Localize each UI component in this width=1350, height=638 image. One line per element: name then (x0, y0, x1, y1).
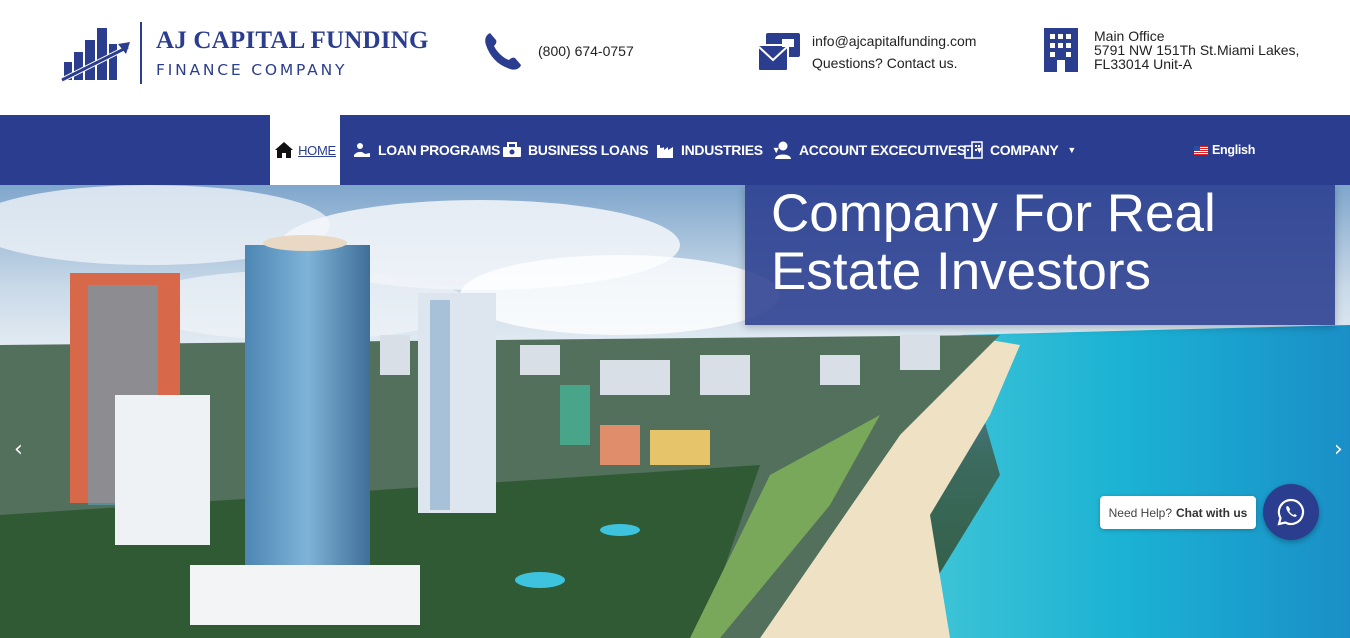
nav-company-label: COMPANY (990, 142, 1059, 158)
skyline-arrow-icon (60, 28, 132, 83)
site-header: AJ CAPITAL FUNDING FINANCE COMPANY (800)… (0, 0, 1350, 115)
phone-icon (485, 33, 521, 70)
email-address: info@ajcapitalfunding.com (812, 33, 977, 49)
brand-name: AJ CAPITAL FUNDING (156, 27, 429, 55)
office-address: Main Office 5791 NW 151Th St.Miami Lakes… (1094, 29, 1299, 71)
email-prompt: Questions? Contact us. (812, 55, 958, 72)
phone-number: (800) 674-0757 (538, 42, 634, 59)
chat-action: Chat with us (1176, 505, 1248, 520)
slider-next-arrow-icon[interactable]: › (1334, 437, 1343, 462)
loan-icon (352, 140, 372, 160)
chevron-down-icon: ▼ (1067, 145, 1077, 155)
nav-industries-label: INDUSTRIES (681, 142, 763, 158)
language-switcher[interactable]: English (1194, 115, 1255, 185)
office-line2: FL33014 Unit-A (1094, 56, 1193, 72)
hero-heading-line2: Estate Investors (771, 242, 1152, 301)
whatsapp-chat-button[interactable] (1263, 484, 1319, 540)
email-contact[interactable]: info@ajcapitalfunding.com Questions? Con… (756, 30, 976, 75)
brand-tagline: FINANCE COMPANY (156, 60, 348, 79)
building-icon (964, 140, 984, 160)
nav-company[interactable]: COMPANY ▼ (964, 115, 1076, 185)
slider-prev-arrow-icon[interactable]: ‹ (14, 437, 23, 462)
office-building-icon (1044, 28, 1078, 72)
logo-divider (140, 22, 142, 84)
home-icon (274, 140, 294, 160)
office-label: Main Office (1094, 28, 1165, 44)
user-icon (773, 140, 793, 160)
us-flag-icon (1194, 145, 1208, 155)
brand-logo[interactable]: AJ CAPITAL FUNDING FINANCE COMPANY (60, 22, 429, 84)
language-label: English (1212, 143, 1256, 157)
nav-loan-programs[interactable]: LOAN PROGRAMS ▼ (352, 115, 518, 185)
main-navigation: HOME LOAN PROGRAMS ▼ BUSINESS LOANS ▼ IN… (0, 115, 1350, 185)
nav-home-label: HOME (298, 142, 336, 158)
nav-account-executives[interactable]: ACCOUNT EXCECUTIVES ▼ (773, 115, 984, 185)
nav-industries[interactable]: INDUSTRIES ▼ (655, 115, 781, 185)
chat-help-bubble[interactable]: Need Help? Chat with us (1100, 496, 1256, 529)
industry-icon (655, 140, 675, 160)
nav-business-loans[interactable]: BUSINESS LOANS ▼ (502, 115, 666, 185)
hero-heading-line1: Company For Real (771, 185, 1216, 243)
nav-home[interactable]: HOME (270, 115, 340, 185)
whatsapp-icon (1277, 498, 1305, 526)
business-icon (502, 140, 522, 160)
logo-text: AJ CAPITAL FUNDING FINANCE COMPANY (156, 27, 429, 79)
nav-loan-programs-label: LOAN PROGRAMS (378, 142, 501, 158)
chat-prompt: Need Help? (1108, 505, 1173, 520)
nav-business-loans-label: BUSINESS LOANS (528, 142, 649, 158)
office-contact: Main Office 5791 NW 151Th St.Miami Lakes… (1044, 28, 1299, 72)
mail-icon (757, 33, 800, 73)
nav-account-executives-label: ACCOUNT EXCECUTIVES (799, 142, 966, 158)
phone-contact[interactable]: (800) 674-0757 (482, 30, 634, 72)
office-line1: 5791 NW 151Th St.Miami Lakes, (1094, 42, 1300, 58)
email-text: info@ajcapitalfunding.com Questions? Con… (812, 30, 976, 75)
hero-caption: Company For Real Estate Investors (745, 185, 1335, 325)
hero-slider: Company For Real Estate Investors ‹ › (0, 185, 1350, 638)
